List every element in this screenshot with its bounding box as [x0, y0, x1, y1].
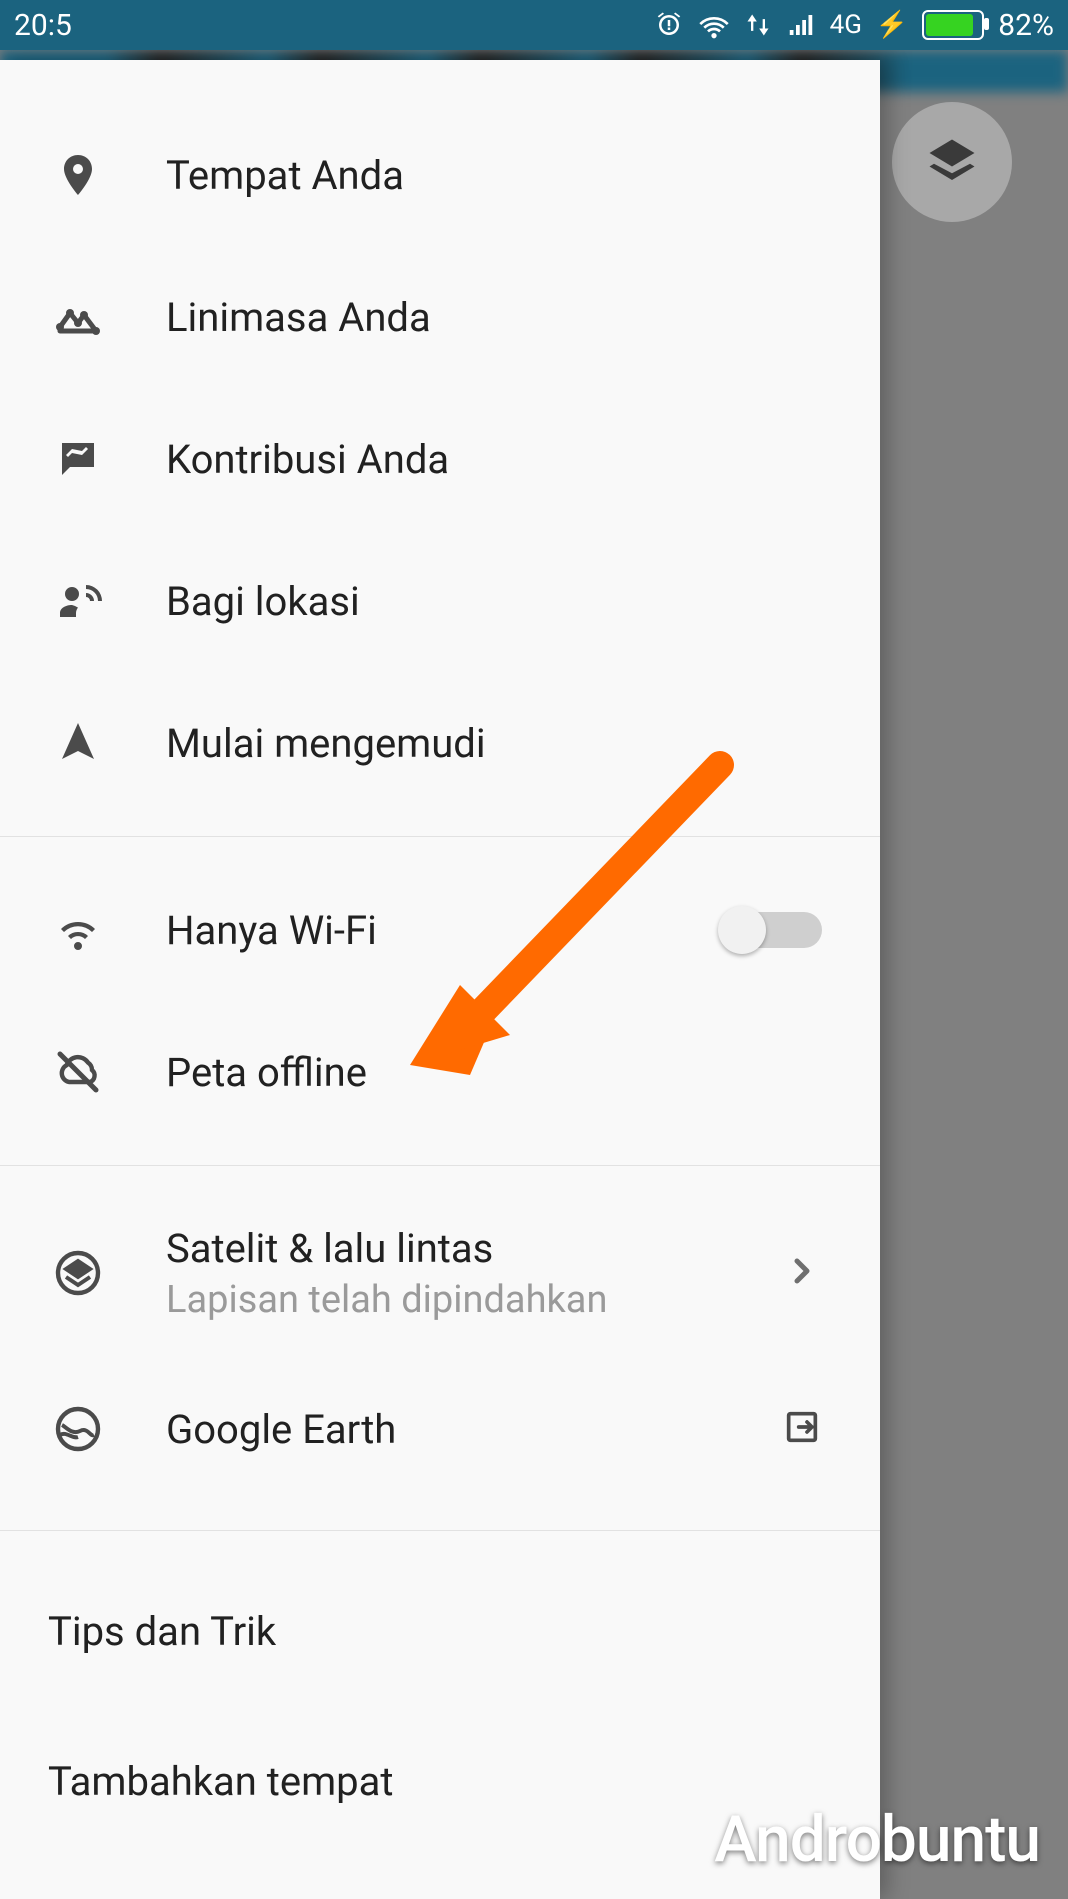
menu-item-tips[interactable]: Tips dan Trik [0, 1551, 880, 1711]
menu-label: Tips dan Trik [48, 1608, 276, 1655]
timeline-icon [48, 287, 108, 347]
status-right: 4G ⚡ 82% [654, 8, 1054, 43]
divider [0, 836, 880, 837]
menu-label: Mulai mengemudi [166, 720, 486, 767]
watermark-text: Androbuntu [714, 1802, 1040, 1877]
cloud-off-icon [48, 1042, 108, 1102]
menu-sublabel: Lapisan telah dipindahkan [166, 1278, 607, 1322]
layers-fab[interactable] [892, 102, 1012, 222]
menu-label: Satelit & lalu lintas [166, 1225, 607, 1272]
network-label: 4G [830, 10, 862, 40]
share-location-icon [48, 571, 108, 631]
charging-icon: ⚡ [876, 10, 908, 40]
menu-label: Peta offline [166, 1049, 367, 1096]
chevron-right-icon [782, 1251, 822, 1295]
navigation-icon [48, 713, 108, 773]
menu-label: Tambahkan tempat [48, 1758, 393, 1805]
divider [0, 1165, 880, 1166]
menu-label: Linimasa Anda [166, 294, 431, 341]
menu-label: Bagi lokasi [166, 578, 360, 625]
contribute-icon [48, 429, 108, 489]
layers-icon [925, 135, 979, 189]
battery-percent: 82% [998, 8, 1054, 43]
menu-item-your-places[interactable]: Tempat Anda [0, 104, 880, 246]
menu-label: Hanya Wi-Fi [166, 907, 377, 954]
layers-outline-icon [48, 1243, 108, 1303]
menu-item-timeline[interactable]: Linimasa Anda [0, 246, 880, 388]
menu-item-wifi-only[interactable]: Hanya Wi-Fi [0, 859, 880, 1001]
earth-icon [48, 1399, 108, 1459]
menu-item-satellite-traffic[interactable]: Satelit & lalu lintas Lapisan telah dipi… [0, 1188, 880, 1358]
menu-item-contributions[interactable]: Kontribusi Anda [0, 388, 880, 530]
menu-label: Kontribusi Anda [166, 436, 449, 483]
alarm-icon [654, 10, 684, 40]
status-time: 20:5 [14, 8, 72, 43]
status-left: 20:5 [14, 8, 72, 43]
menu-label: Google Earth [166, 1406, 396, 1453]
place-icon [48, 145, 108, 205]
data-arrows-icon [744, 11, 772, 39]
open-external-icon [782, 1407, 822, 1451]
navigation-drawer: Tempat Anda Linimasa Anda Kontribusi And… [0, 60, 880, 1899]
signal-icon [786, 10, 816, 40]
battery-icon [922, 10, 984, 40]
menu-item-share-location[interactable]: Bagi lokasi [0, 530, 880, 672]
menu-item-google-earth[interactable]: Google Earth [0, 1358, 880, 1500]
menu-label: Tempat Anda [166, 152, 404, 199]
divider [0, 1530, 880, 1531]
wifi-icon [48, 900, 108, 960]
menu-item-start-driving[interactable]: Mulai mengemudi [0, 672, 880, 814]
wifi-icon [698, 9, 730, 41]
menu-item-offline-maps[interactable]: Peta offline [0, 1001, 880, 1143]
status-bar: 20:5 4G ⚡ 82% [0, 0, 1068, 50]
wifi-only-toggle[interactable] [722, 912, 822, 948]
